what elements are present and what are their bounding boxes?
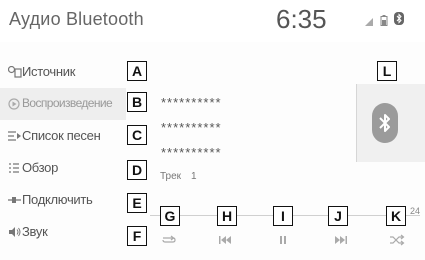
source-icon [7,65,22,78]
callout-a: A [127,61,147,81]
callout-i: I [273,206,293,226]
sidebar-item-label: Подключить [22,192,93,207]
sidebar-item-playback[interactable]: Воспроизведение [0,88,126,120]
callout-j: J [328,206,348,226]
browse-icon [8,161,22,173]
sidebar-item-sound[interactable]: Звук [0,216,126,248]
bluetooth-status-icon [394,12,404,30]
sidebar-item-label: Источник [22,64,76,79]
pause-button[interactable] [273,233,293,247]
connect-icon [8,193,22,205]
callout-d: D [127,160,147,180]
album-art-panel[interactable] [356,84,425,162]
next-button[interactable] [330,233,350,247]
callout-g: G [160,206,180,226]
callout-e: E [127,193,147,213]
callout-h: H [217,206,237,226]
callout-l: L [377,61,397,81]
repeat-button[interactable] [159,233,179,247]
sidebar-item-connect[interactable]: Подключить [0,184,126,216]
audio-screen: Аудио Bluetooth 6:35 Источник Воспроизве… [0,0,425,260]
battery-icon [380,13,388,31]
pause-icon [273,234,293,251]
play-circle-icon [8,97,22,110]
signal-icon [364,14,374,32]
bluetooth-badge [372,103,398,143]
header-bar: Аудио Bluetooth 6:35 [0,0,425,42]
speaker-icon [8,225,22,237]
song-list-icon [8,129,22,141]
sidebar-item-label: Воспроизведение [22,96,113,110]
sidebar-item-label: Обзор [22,160,59,175]
track-artist: ********** [161,120,222,135]
sidebar-item-song-list[interactable]: Список песен [0,120,126,152]
shuffle-icon [387,234,407,251]
bluetooth-icon [377,111,393,140]
progress-time: 24 [410,206,421,216]
track-number: Трек 1 [160,171,197,182]
skip-next-icon [330,234,350,251]
callout-k: K [386,206,406,226]
page-title: Аудио Bluetooth [9,9,144,29]
track-album: ********** [161,145,222,160]
skip-previous-icon [216,234,236,251]
track-number-value: 1 [191,171,197,182]
callout-b: B [127,92,147,112]
track-number-label: Трек [160,171,182,182]
callout-c: C [127,125,147,145]
track-title: ********** [161,95,222,110]
sidebar-item-label: Звук [22,224,48,239]
previous-button[interactable] [216,233,236,247]
repeat-icon [159,234,179,251]
clock: 6:35 [276,4,327,34]
shuffle-button[interactable] [387,233,407,247]
sidebar-item-label: Список песен [22,128,101,143]
sidebar: Источник Воспроизведение Список песен Об… [0,52,126,260]
callout-f: F [127,226,147,246]
sidebar-item-browse[interactable]: Обзор [0,152,126,184]
sidebar-item-source[interactable]: Источник [0,56,126,88]
